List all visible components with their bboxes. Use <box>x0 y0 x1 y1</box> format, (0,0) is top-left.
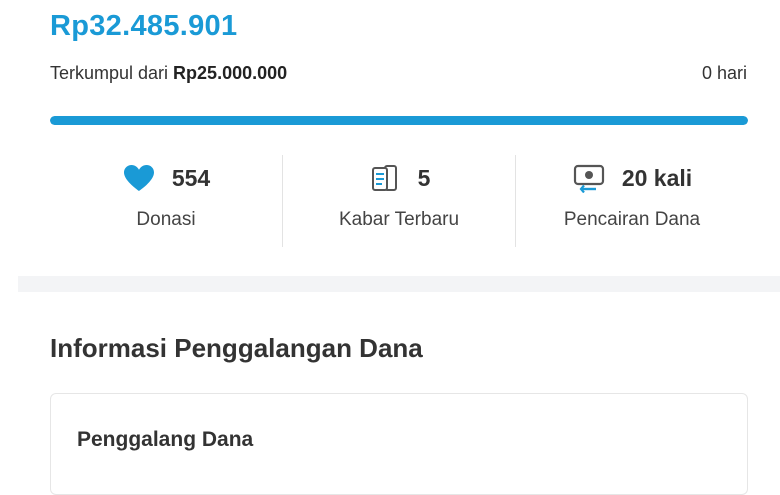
fundraiser-card[interactable]: Penggalang Dana <box>50 393 748 495</box>
heart-icon <box>122 163 156 193</box>
donations-label: Donasi <box>136 209 196 230</box>
updates-count: 5 <box>417 164 431 191</box>
collected-prefix: Terkumpul dari <box>50 63 174 83</box>
stat-donations[interactable]: 554 Donasi <box>50 155 283 247</box>
fundraiser-card-title: Penggalang Dana <box>77 428 254 451</box>
info-section-title: Informasi Penggalangan Dana <box>50 333 423 363</box>
stat-updates[interactable]: 5 Kabar Terbaru <box>283 155 516 247</box>
news-icon <box>368 163 402 193</box>
days-left: 0 hari <box>701 63 747 83</box>
progress-fill <box>50 116 748 125</box>
withdrawal-icon <box>572 163 606 193</box>
donations-count: 554 <box>171 164 211 191</box>
collected-row: Terkumpul dari Rp25.000.000 0 hari <box>50 63 747 84</box>
updates-label: Kabar Terbaru <box>338 209 460 230</box>
amount-collected: Rp32.485.901 <box>50 10 238 42</box>
section-divider <box>18 276 780 292</box>
withdrawals-count: 20 kali <box>621 164 693 191</box>
withdrawals-label: Pencairan Dana <box>563 209 701 230</box>
stat-withdrawals[interactable]: 20 kali Pencairan Dana <box>516 155 748 247</box>
progress-bar <box>50 116 748 125</box>
collected-text: Terkumpul dari Rp25.000.000 <box>50 63 287 84</box>
target-amount: Rp25.000.000 <box>173 63 288 83</box>
stats-row: 554 Donasi 5 Kabar Terbaru 20 kali Penca… <box>50 155 748 247</box>
